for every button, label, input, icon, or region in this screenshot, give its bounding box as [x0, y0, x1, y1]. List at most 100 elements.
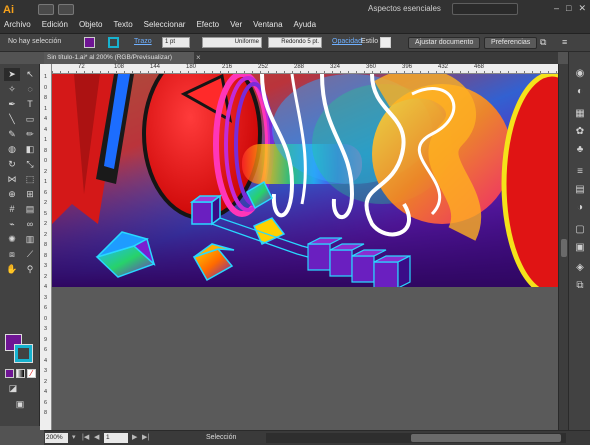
- opacity-link[interactable]: Opacidad: [332, 38, 362, 45]
- selection-status: No hay selección: [8, 38, 62, 45]
- stroke-color-swatch[interactable]: [108, 37, 119, 48]
- vertical-scrollbar[interactable]: [558, 64, 568, 430]
- pen-tool-icon[interactable]: ✒: [4, 98, 20, 111]
- zoom-field[interactable]: 200%: [45, 433, 68, 443]
- eyedropper-tool-icon[interactable]: ⌁: [4, 218, 20, 231]
- type-tool-icon[interactable]: T: [22, 98, 38, 111]
- first-artboard-icon[interactable]: |◀: [82, 433, 89, 441]
- symbols-panel-icon[interactable]: ♣: [574, 144, 586, 156]
- pencil-tool-icon[interactable]: ✏: [22, 128, 38, 141]
- graphic-styles-icon[interactable]: ▣: [574, 242, 586, 254]
- graph-tool-icon[interactable]: ▥: [22, 233, 38, 246]
- layers-panel-icon[interactable]: ◈: [574, 262, 586, 274]
- menu-ayuda[interactable]: Ayuda: [294, 20, 317, 29]
- last-artboard-icon[interactable]: ▶|: [142, 433, 149, 441]
- scale-tool-icon[interactable]: ⤡: [22, 158, 38, 171]
- menu-archivo[interactable]: Archivo: [4, 20, 31, 29]
- color-panel-icon[interactable]: ◉: [574, 68, 586, 80]
- maximize-icon[interactable]: □: [566, 3, 571, 14]
- workspace-switcher[interactable]: Aspectos esenciales: [368, 4, 441, 13]
- eraser-tool-icon[interactable]: ◧: [22, 143, 38, 156]
- horizontal-scrollbar[interactable]: [266, 433, 566, 443]
- line-tool-icon[interactable]: ╲: [4, 113, 20, 126]
- app-logo: Ai: [3, 4, 14, 16]
- blend-tool-icon[interactable]: ∞: [22, 218, 38, 231]
- style-swatch[interactable]: [380, 37, 391, 48]
- preferences-button[interactable]: Preferencias: [484, 37, 538, 49]
- brushes-panel-icon[interactable]: ✿: [574, 126, 586, 138]
- perspective-grid-tool-icon[interactable]: ⊞: [22, 188, 38, 201]
- ruler-tick-label: 3: [43, 263, 48, 269]
- stroke-link[interactable]: Trazo: [134, 38, 152, 45]
- stroke-profile-dropdown[interactable]: Uniforme: [202, 37, 262, 48]
- ruler-tick-label: 432: [438, 64, 449, 70]
- paintbrush-tool-icon[interactable]: ✎: [4, 128, 20, 141]
- artboard-tool-icon[interactable]: ⧈: [4, 248, 20, 261]
- ruler-tick-label: 3: [43, 326, 48, 332]
- document-tab[interactable]: Sin título-1.ai* al 200% (RGB/Previsuali…: [44, 52, 194, 64]
- free-transform-tool-icon[interactable]: ⬚: [22, 173, 38, 186]
- transparency-panel-icon[interactable]: ◑: [574, 202, 586, 214]
- next-artboard-icon[interactable]: ▶: [132, 433, 137, 441]
- menu-texto[interactable]: Texto: [114, 20, 133, 29]
- arrange-documents-icon[interactable]: [58, 4, 74, 15]
- horizontal-scroll-thumb[interactable]: [411, 434, 561, 442]
- lasso-tool-icon[interactable]: ◌: [22, 83, 38, 96]
- artboards-panel-icon[interactable]: ⧉: [574, 280, 586, 292]
- appearance-panel-icon[interactable]: ▢: [574, 224, 586, 236]
- none-mode-icon[interactable]: ⁄: [27, 369, 36, 378]
- direct-selection-tool-icon[interactable]: ↖: [22, 68, 38, 81]
- current-tool-status[interactable]: Selección: [206, 434, 236, 441]
- magic-wand-tool-icon[interactable]: ✧: [4, 83, 20, 96]
- screen-mode-icon[interactable]: ▣: [12, 398, 28, 411]
- symbol-sprayer-tool-icon[interactable]: ✺: [4, 233, 20, 246]
- ruler-tick-label: 8: [43, 147, 48, 154]
- gradient-tool-icon[interactable]: ▤: [22, 203, 38, 216]
- gradient-mode-icon[interactable]: [16, 369, 25, 378]
- stroke-weight-field[interactable]: 1 pt: [162, 37, 190, 48]
- gradient-panel-icon[interactable]: ▤: [574, 184, 586, 196]
- rotate-tool-icon[interactable]: ↻: [4, 158, 20, 171]
- brush-dropdown[interactable]: Redondo 5 pt.: [268, 37, 322, 48]
- document-setup-button[interactable]: Ajustar documento: [408, 37, 481, 49]
- previous-artboard-icon[interactable]: ◀: [94, 433, 99, 441]
- menu-objeto[interactable]: Objeto: [79, 20, 103, 29]
- fill-color-swatch[interactable]: [84, 37, 95, 48]
- minimize-icon[interactable]: –: [554, 3, 559, 14]
- vertical-scroll-thumb[interactable]: [561, 239, 567, 257]
- shape-builder-tool-icon[interactable]: ⊕: [4, 188, 20, 201]
- vertical-ruler: 1 0 8 1 4 4 1 8 0 2 1 6 2 5 2 2 8 8 3 2 4 3 6 0 3 9 6 4 3 2 4 6 8: [40, 64, 52, 430]
- artboard[interactable]: [52, 74, 558, 287]
- color-mode-icon[interactable]: [5, 369, 14, 378]
- mesh-tool-icon[interactable]: #: [4, 203, 20, 216]
- menu-edicion[interactable]: Edición: [42, 20, 68, 29]
- hand-tool-icon[interactable]: ✋: [4, 263, 20, 276]
- color-guide-icon[interactable]: ◐: [574, 86, 586, 98]
- menu-seleccionar[interactable]: Seleccionar: [144, 20, 186, 29]
- swatches-panel-icon[interactable]: ▦: [574, 108, 586, 120]
- selection-tool-icon[interactable]: ➤: [4, 68, 20, 81]
- slice-tool-icon[interactable]: ⟋: [22, 248, 38, 261]
- menu-ver[interactable]: Ver: [230, 20, 242, 29]
- drawing-mode-icon[interactable]: ◪: [5, 382, 21, 395]
- ruler-tick-label: 288: [294, 64, 305, 70]
- close-icon[interactable]: ✕: [578, 3, 586, 14]
- bridge-icon[interactable]: [38, 4, 54, 15]
- artboard-number-field[interactable]: 1: [104, 433, 128, 443]
- blob-brush-tool-icon[interactable]: ◍: [4, 143, 20, 156]
- zoom-tool-icon[interactable]: ⚲: [22, 263, 38, 276]
- zoom-dropdown-icon[interactable]: ▾: [72, 433, 76, 441]
- search-input[interactable]: [452, 3, 518, 15]
- arrange-icon[interactable]: ⧉: [540, 37, 546, 48]
- close-tab-icon[interactable]: ×: [196, 53, 201, 62]
- pasteboard[interactable]: [52, 74, 558, 430]
- panel-menu-icon[interactable]: ≡: [562, 37, 567, 47]
- stroke-panel-icon[interactable]: ≡: [574, 166, 586, 178]
- rectangle-tool-icon[interactable]: ▭: [22, 113, 38, 126]
- width-tool-icon[interactable]: ⋈: [4, 173, 20, 186]
- menu-ventana[interactable]: Ventana: [253, 20, 282, 29]
- tools-panel: ➤ ↖ ✧ ◌ ✒ T ╲ ▭ ✎ ✏ ◍ ◧ ↻ ⤡ ⋈ ⬚ ⊕ ⊞ # ▤ …: [0, 64, 40, 426]
- ruler-tick-label: 6: [43, 399, 48, 406]
- stroke-color-box[interactable]: [15, 345, 32, 362]
- menu-efecto[interactable]: Efecto: [196, 20, 219, 29]
